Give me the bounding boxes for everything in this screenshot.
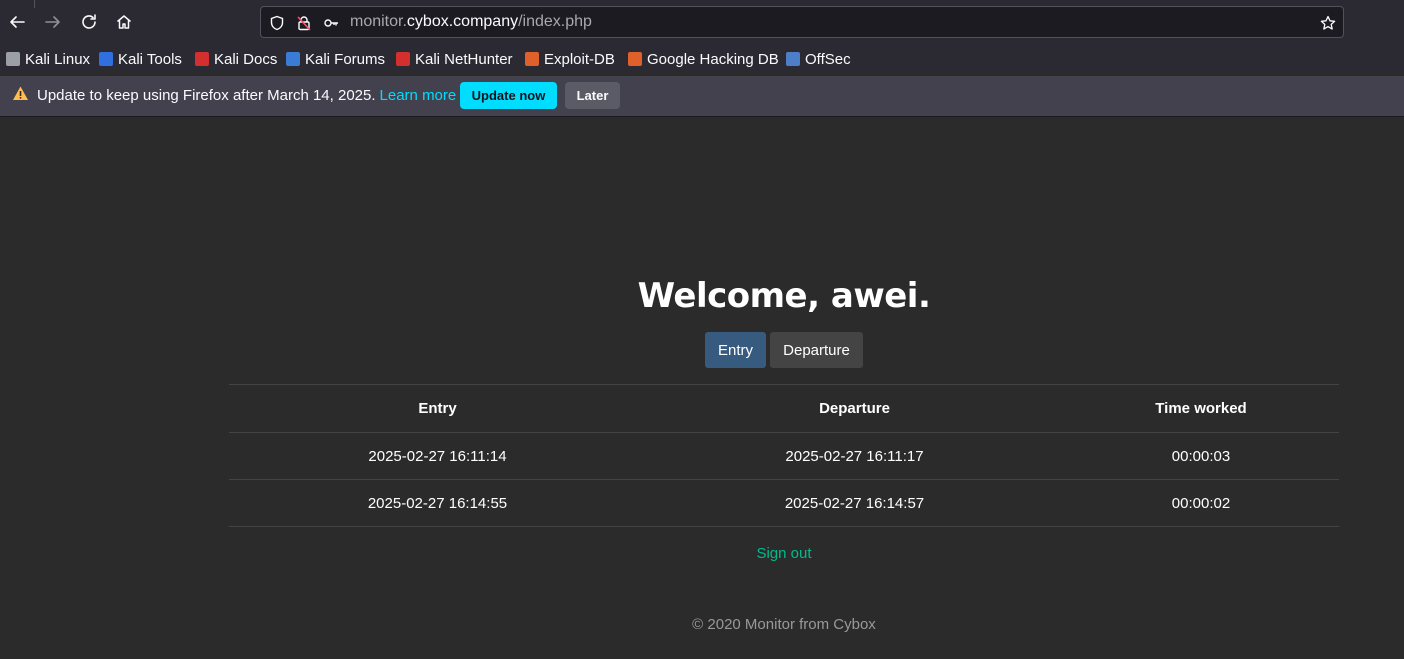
- bookmark-label: Kali Linux: [25, 50, 91, 68]
- bookmark-label: Google Hacking DB: [647, 50, 779, 68]
- key-icon[interactable]: [322, 14, 340, 32]
- table-row: 2025-02-27 16:14:55 2025-02-27 16:14:57 …: [229, 479, 1339, 527]
- welcome-prefix: Welcome,: [637, 276, 831, 316]
- offsec-icon: [786, 52, 800, 66]
- exploit-db-icon: [525, 52, 539, 66]
- browser-toolbar: monitor.cybox.company/index.php: [0, 0, 1404, 44]
- bookmark-label: Exploit-DB: [544, 50, 615, 68]
- welcome-heading: Welcome, awei.: [229, 276, 1339, 316]
- column-header-departure: Departure: [646, 384, 1063, 433]
- url-domain: cybox.company: [406, 13, 519, 30]
- sign-out-link[interactable]: Sign out: [229, 545, 1339, 562]
- footer-copyright: © 2020 Monitor from Cybox: [692, 616, 876, 633]
- time-worked-cell: 00:00:02: [1063, 479, 1339, 527]
- username: awei: [830, 276, 919, 316]
- bookmark-label: Kali Forums: [305, 50, 386, 68]
- bookmark-google-hacking-db[interactable]: Google Hacking DB: [628, 49, 779, 69]
- forward-icon[interactable]: [38, 7, 68, 37]
- reload-icon[interactable]: [74, 7, 104, 37]
- bookmark-label: Kali Tools: [118, 50, 182, 68]
- notice-message: Update to keep using Firefox after March…: [37, 87, 376, 104]
- bookmark-label: Kali NetHunter: [415, 50, 513, 68]
- bookmark-kali-linux[interactable]: Kali Linux: [6, 49, 90, 69]
- departure-button[interactable]: Departure: [770, 332, 863, 368]
- bookmark-kali-nethunter[interactable]: Kali NetHunter: [396, 49, 513, 69]
- insecure-lock-icon[interactable]: [295, 14, 313, 32]
- table-row: 2025-02-27 16:11:14 2025-02-27 16:11:17 …: [229, 432, 1339, 480]
- kali-docs-icon: [195, 52, 209, 66]
- url-path: /index.php: [518, 13, 592, 30]
- notice-text: Update to keep using Firefox after March…: [37, 87, 456, 104]
- update-now-button[interactable]: Update now: [460, 82, 557, 109]
- entry-cell: 2025-02-27 16:11:14: [229, 432, 646, 480]
- url-text[interactable]: monitor.cybox.company/index.php: [350, 13, 592, 31]
- bookmark-star-icon[interactable]: [1319, 14, 1337, 32]
- window-edge: [34, 0, 35, 8]
- bookmarks-toolbar: Kali Linux Kali Tools Kali Docs Kali For…: [0, 44, 1404, 72]
- column-header-time-worked: Time worked: [1063, 384, 1339, 433]
- back-icon[interactable]: [2, 7, 32, 37]
- url-prefix: monitor.: [350, 13, 407, 30]
- google-hacking-db-icon: [628, 52, 642, 66]
- time-log-table: Entry Departure Time worked 2025-02-27 1…: [229, 384, 1339, 527]
- update-notification-bar: Update to keep using Firefox after March…: [0, 76, 1404, 117]
- home-icon[interactable]: [109, 7, 139, 37]
- table-header-row: Entry Departure Time worked: [229, 384, 1339, 433]
- welcome-suffix: .: [917, 276, 931, 316]
- bookmark-kali-tools[interactable]: Kali Tools: [99, 49, 182, 69]
- departure-cell: 2025-02-27 16:11:17: [646, 432, 1063, 480]
- kali-nethunter-icon: [396, 52, 410, 66]
- kali-forums-icon: [286, 52, 300, 66]
- shield-icon[interactable]: [268, 14, 286, 32]
- bookmark-kali-forums[interactable]: Kali Forums: [286, 49, 385, 69]
- entry-cell: 2025-02-27 16:14:55: [229, 479, 646, 527]
- bookmark-kali-docs[interactable]: Kali Docs: [195, 49, 277, 69]
- kali-linux-icon: [6, 52, 20, 66]
- entry-button[interactable]: Entry: [705, 332, 766, 368]
- bookmark-label: Kali Docs: [214, 50, 278, 68]
- kali-tools-icon: [99, 52, 113, 66]
- departure-cell: 2025-02-27 16:14:57: [646, 479, 1063, 527]
- bookmark-label: OffSec: [805, 50, 851, 68]
- warning-icon: [13, 86, 28, 100]
- column-header-entry: Entry: [229, 384, 646, 433]
- url-bar[interactable]: monitor.cybox.company/index.php: [260, 6, 1344, 38]
- later-button[interactable]: Later: [565, 82, 620, 109]
- learn-more-link[interactable]: Learn more: [380, 87, 457, 104]
- bookmark-offsec[interactable]: OffSec: [786, 49, 851, 69]
- time-worked-cell: 00:00:03: [1063, 432, 1339, 480]
- bookmark-exploit-db[interactable]: Exploit-DB: [525, 49, 615, 69]
